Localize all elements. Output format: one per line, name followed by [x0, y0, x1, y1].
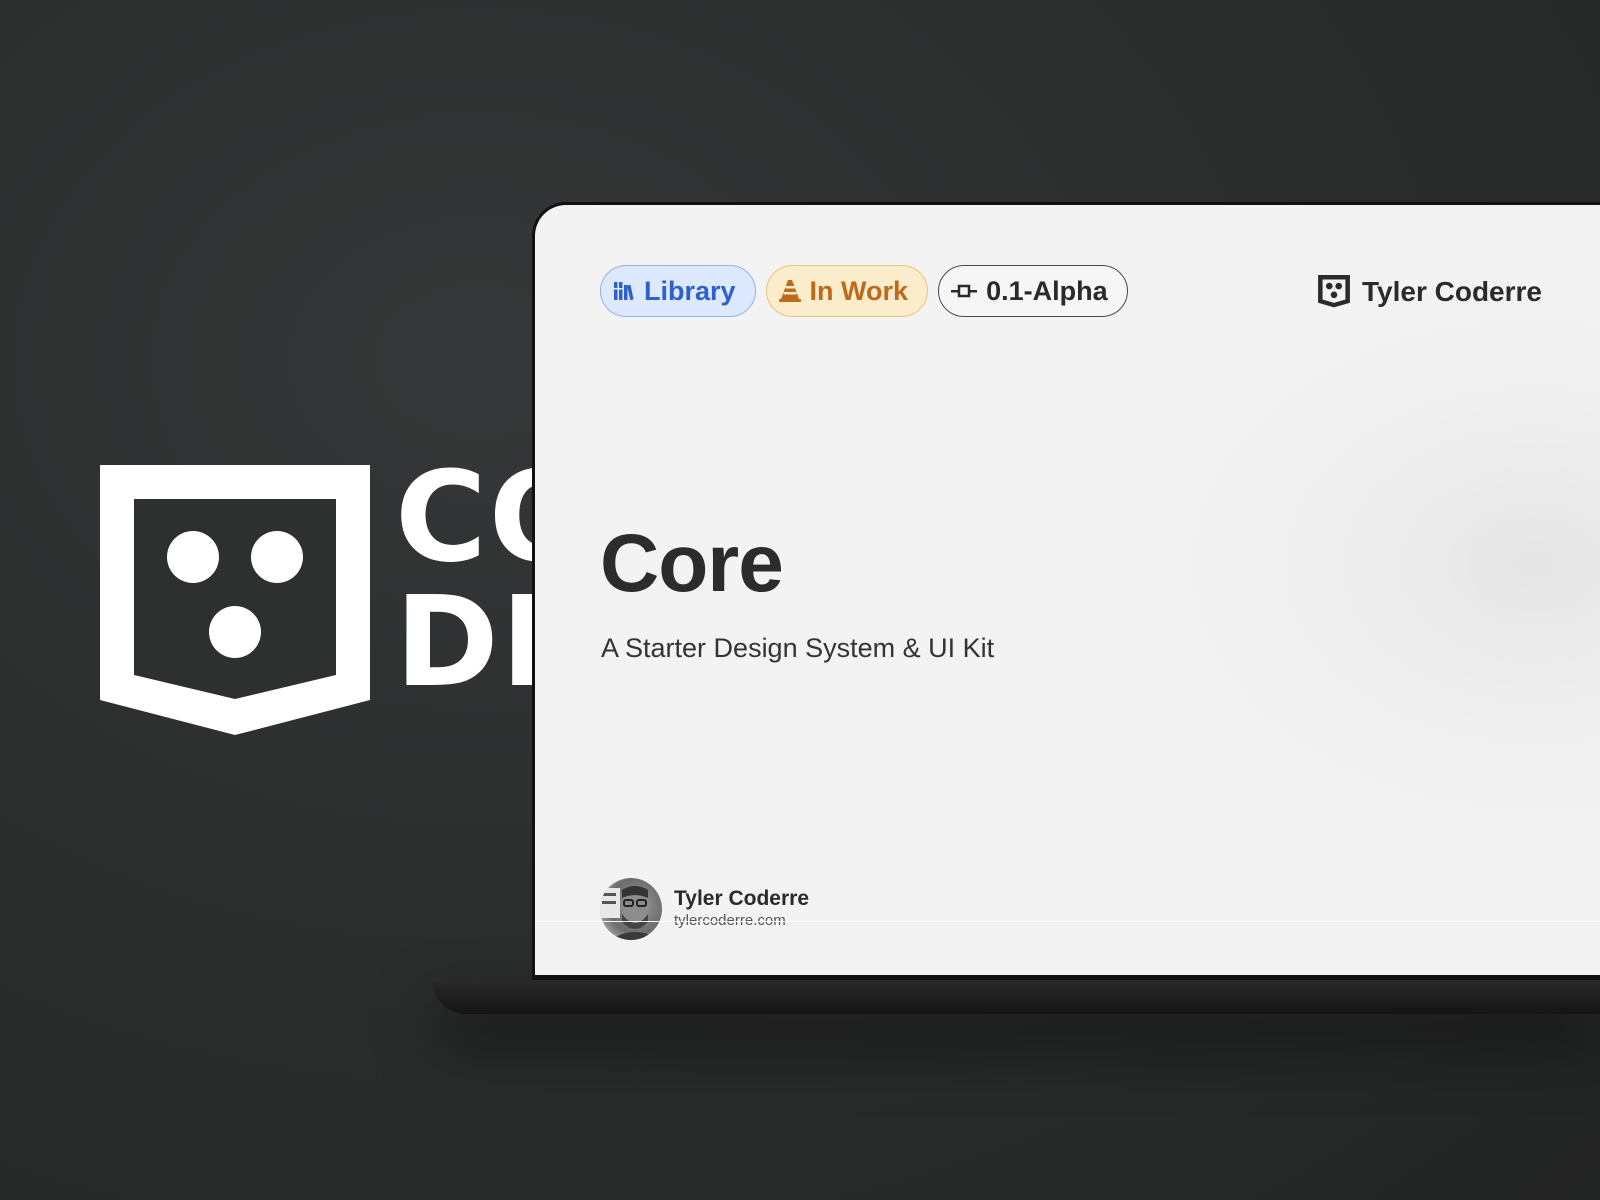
chip-version[interactable]: 0.1-Alpha	[938, 265, 1128, 317]
page-subtitle: A Starter Design System & UI Kit	[601, 633, 995, 663]
laptop-base	[432, 980, 1600, 1014]
chip-in-work[interactable]: In Work	[765, 265, 929, 317]
books-icon	[614, 282, 634, 301]
avatar-photo	[600, 886, 660, 940]
wordmark-line: DE	[395, 570, 535, 705]
laptop-screen: Library In Work 0.1-Alpha Tyler Coderre …	[535, 205, 1600, 975]
wordmark-line: CO	[395, 455, 535, 590]
background-wordmark: CO DE	[395, 455, 535, 705]
status-chips: Library In Work 0.1-Alpha	[600, 265, 1128, 317]
brand-name: Tyler Coderre	[1362, 275, 1542, 307]
traffic-cone-icon	[778, 280, 801, 302]
author-name: Tyler Coderre	[674, 887, 809, 910]
shield-face-logo-icon	[100, 465, 370, 735]
avatar	[600, 878, 662, 940]
page-title: Core	[600, 518, 784, 609]
shield-face-logo-icon	[1318, 275, 1350, 308]
chip-label: 0.1-Alpha	[986, 275, 1108, 306]
chip-label: Library	[644, 275, 736, 306]
chip-library[interactable]: Library	[600, 265, 756, 317]
commit-icon	[951, 284, 978, 298]
chip-label: In Work	[809, 275, 909, 306]
brand[interactable]: Tyler Coderre	[1318, 275, 1542, 308]
author[interactable]: Tyler Coderre tylercoderre.com	[600, 878, 809, 940]
screen-divider	[535, 921, 1600, 922]
